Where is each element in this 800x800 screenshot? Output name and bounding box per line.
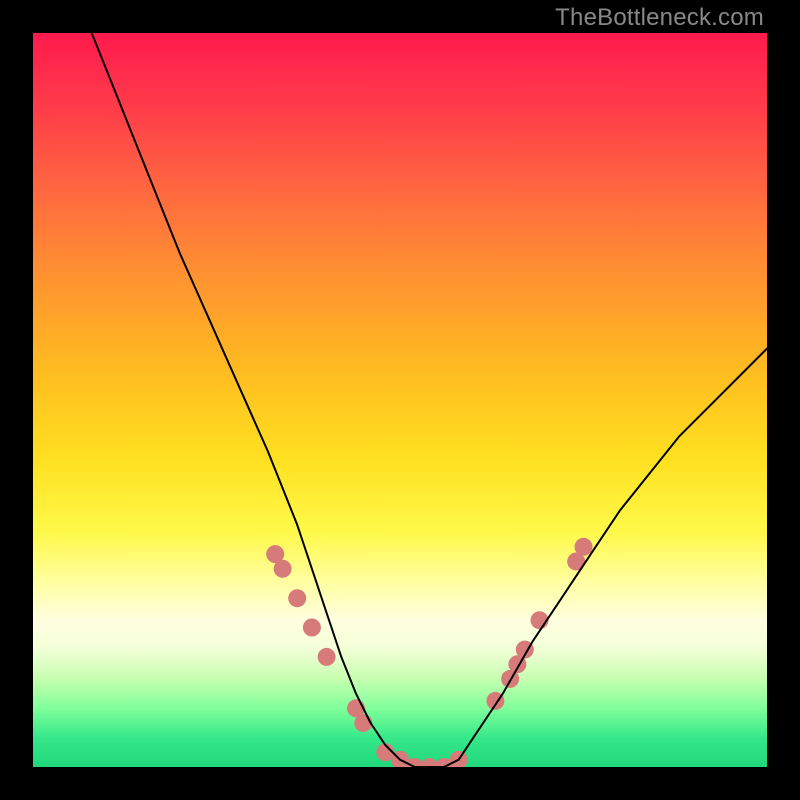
- data-marker: [508, 655, 526, 673]
- bottleneck-curve: [92, 33, 767, 767]
- data-marker: [516, 641, 534, 659]
- watermark-text: TheBottleneck.com: [555, 4, 764, 32]
- data-marker: [420, 758, 438, 767]
- data-marker: [266, 545, 284, 563]
- data-marker: [288, 589, 306, 607]
- chart-stage: TheBottleneck.com: [0, 0, 800, 800]
- data-marker: [347, 699, 365, 717]
- markers-group: [266, 538, 592, 767]
- data-marker: [303, 619, 321, 637]
- data-marker: [376, 743, 394, 761]
- data-marker: [575, 538, 593, 556]
- data-marker: [435, 758, 453, 767]
- plot-area: [33, 33, 767, 767]
- data-marker: [486, 692, 504, 710]
- data-marker: [567, 553, 585, 571]
- data-marker: [274, 560, 292, 578]
- data-marker: [531, 611, 549, 629]
- data-marker: [406, 758, 424, 767]
- data-marker: [391, 751, 409, 767]
- data-marker: [450, 751, 468, 767]
- chart-svg: [33, 33, 767, 767]
- data-marker: [354, 714, 372, 732]
- data-marker: [501, 670, 519, 688]
- data-marker: [318, 648, 336, 666]
